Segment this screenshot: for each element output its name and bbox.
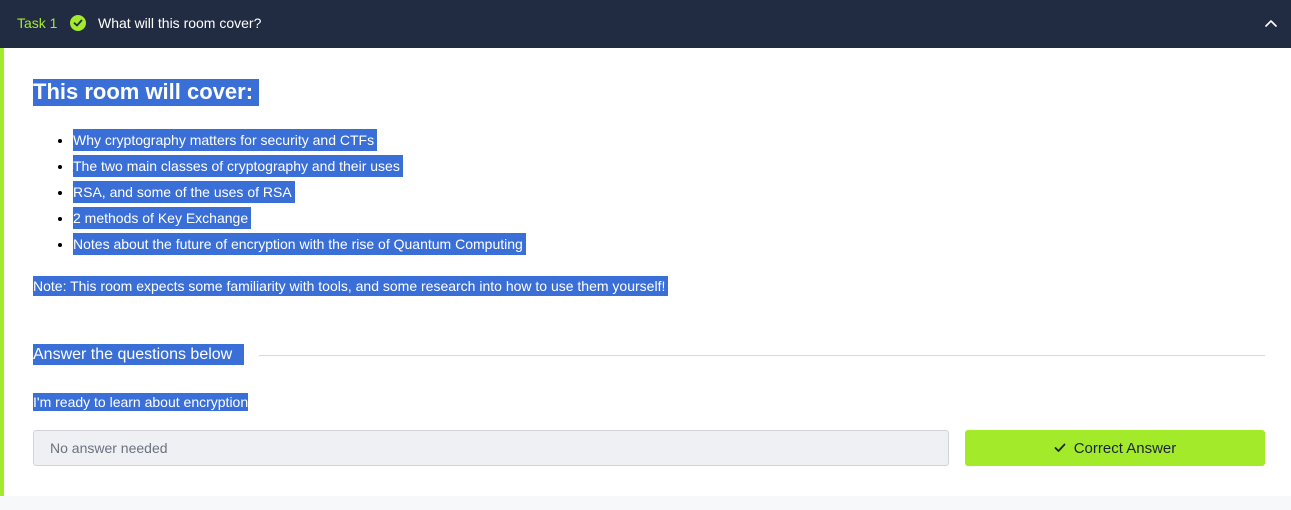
list-item-text: RSA, and some of the uses of RSA [73,181,295,203]
chevron-up-icon[interactable] [1262,15,1280,33]
correct-answer-label: Correct Answer [1073,439,1177,457]
task-number: Task 1 [17,15,58,31]
list-item: Notes about the future of encryption wit… [73,231,526,257]
cover-list: Why cryptography matters for security an… [33,127,526,257]
list-item-text: Why cryptography matters for security an… [73,129,378,151]
list-item-text: Notes about the future of encryption wit… [73,233,526,255]
task-header[interactable]: Task 1 What will this room cover? [0,0,1291,48]
list-item-text: The two main classes of cryptography and… [73,155,403,177]
list-item: RSA, and some of the uses of RSA [73,179,526,205]
correct-answer-button[interactable]: Correct Answer [965,430,1265,466]
list-item: 2 methods of Key Exchange [73,205,526,231]
question-text-span: I'm ready to learn about encryption [33,393,249,411]
answer-section-title-text: Answer the questions below [33,344,245,365]
answer-section-title: Answer the questions below [33,344,245,366]
answer-input[interactable] [33,430,949,466]
list-item: Why cryptography matters for security an… [73,127,526,153]
content-heading: This room will cover: [33,78,260,106]
note-text-span: Note: This room expects some familiarity… [33,276,669,296]
list-item: The two main classes of cryptography and… [73,153,526,179]
list-item-text: 2 methods of Key Exchange [73,207,252,229]
task-body: This room will cover: Why cryptography m… [0,48,1291,496]
check-icon [1054,443,1066,452]
section-divider [259,355,1265,356]
task-title: What will this room cover? [98,15,262,31]
check-circle-icon [70,15,86,31]
question-text: I'm ready to learn about encryption [33,392,249,412]
heading-text: This room will cover: [33,79,260,106]
note-text: Note: This room expects some familiarity… [33,275,669,297]
